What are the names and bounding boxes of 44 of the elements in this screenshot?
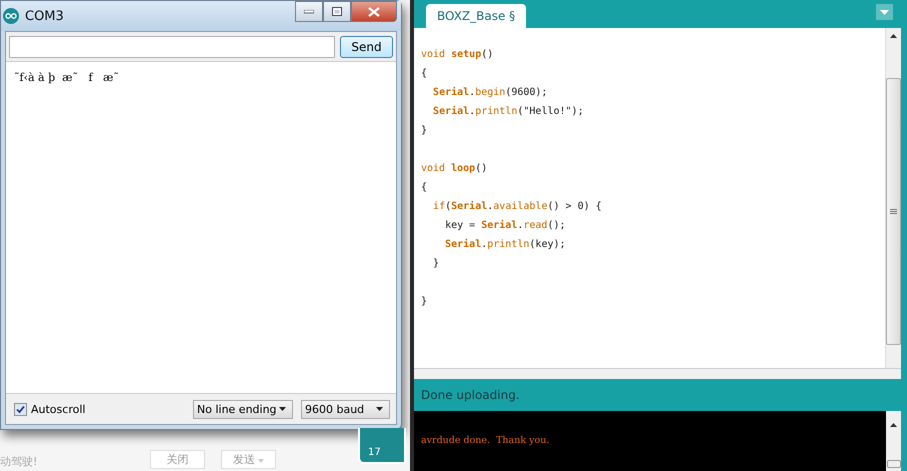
code-line: void setup() [421, 48, 494, 62]
line-number: 17 [368, 447, 381, 458]
code-line: void loop() [421, 162, 488, 176]
maximize-button[interactable] [323, 1, 351, 22]
caret-icon [880, 10, 889, 14]
vertical-scrollbar[interactable] [885, 28, 901, 368]
code-line: Serial.println(key); [444, 238, 567, 252]
infinity-logo-icon [3, 8, 19, 24]
serial-output-text: ˜f‹à à þ æ˜ f æ˜ [14, 71, 119, 84]
minimize-button[interactable] [295, 1, 323, 22]
console-scrollbar[interactable] [886, 411, 901, 471]
code-line: } [432, 257, 440, 271]
baud-rate-dropdown[interactable]: 9600 baud [301, 400, 390, 418]
code-line: { [421, 67, 428, 81]
maximize-icon [332, 7, 342, 16]
send-button[interactable]: Send [340, 36, 393, 58]
page-text: 动驾驶! [0, 454, 38, 469]
scroll-up-icon[interactable] [890, 34, 897, 38]
caret-icon [258, 459, 264, 463]
code-line: if(Serial.available() > 0) { [432, 200, 603, 214]
code-editor[interactable]: void setup() { Serial.begin(9600); Serial.println("Hello!"); } void loop() { if(Serial.available() > 0) { key = Serial.read(); Serial.println(key); } } [414, 28, 885, 368]
code-line: Serial.println("Hello!"); [432, 104, 585, 119]
close-icon [368, 6, 380, 16]
grip-icon [890, 208, 897, 214]
scroll-up-icon[interactable] [890, 423, 897, 427]
caret-icon [376, 407, 383, 411]
close-button[interactable] [351, 1, 397, 22]
file-tab[interactable]: BOXZ_Base § [426, 4, 526, 28]
window-title: COM3 [25, 8, 64, 24]
caret-icon [279, 407, 286, 411]
status-message: Done uploading. [421, 388, 520, 402]
scroll-thumb[interactable] [886, 460, 900, 468]
code-line: { [421, 181, 428, 195]
code-line: } [421, 124, 428, 138]
line-ending-dropdown[interactable]: No line ending [193, 400, 293, 418]
minimize-icon [304, 10, 314, 14]
autoscroll-label: Autoscroll [31, 402, 86, 416]
code-line: key = Serial.read(); [444, 218, 567, 233]
console-output: avrdude done. Thank you. [421, 435, 550, 446]
scroll-thumb[interactable] [886, 78, 901, 345]
autoscroll-checkbox[interactable] [14, 402, 27, 416]
code-line: } [421, 295, 428, 309]
send-input-field[interactable] [9, 36, 335, 58]
code-line: Serial.begin(9600); [432, 86, 548, 100]
